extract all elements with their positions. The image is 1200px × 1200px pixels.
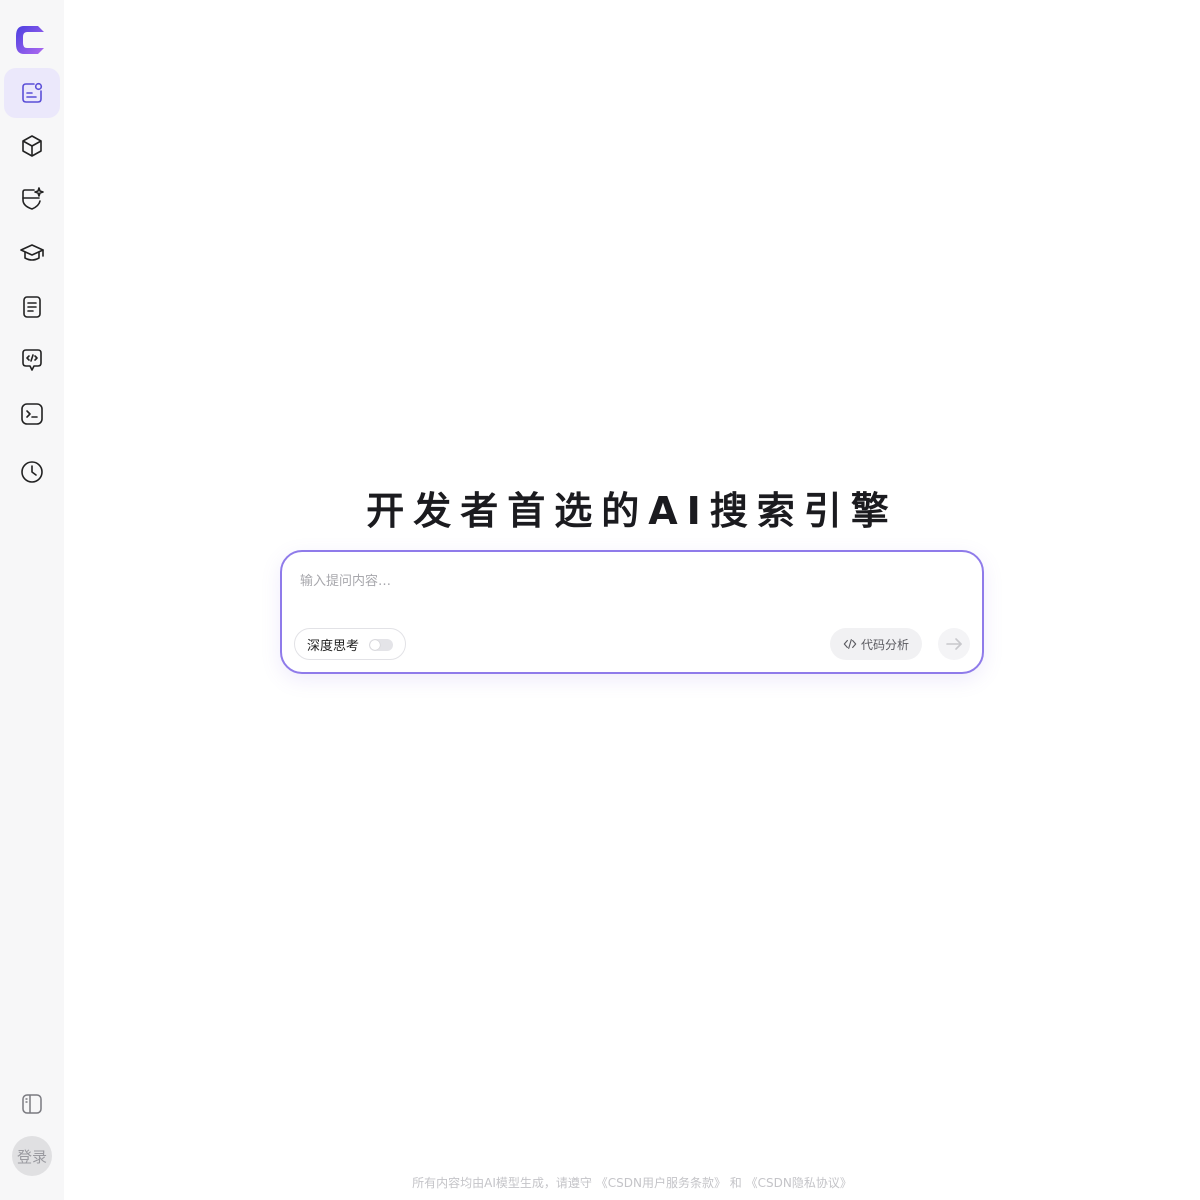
footer-disclaimer: 所有内容均由AI模型生成，请遵守 《CSDN用户服务条款》 和 《CSDN隐私协… bbox=[64, 1174, 1200, 1191]
footer-prefix: 所有内容均由AI模型生成，请遵守 bbox=[412, 1176, 592, 1190]
prompt-card: 深度思考 代码分析 bbox=[280, 550, 984, 674]
sparkle-shield-icon bbox=[22, 187, 44, 210]
code-analysis-label: 代码分析 bbox=[860, 637, 909, 652]
footer-and: 和 bbox=[729, 1176, 742, 1190]
cube-icon bbox=[22, 135, 42, 157]
sidebar-toggle-icon bbox=[22, 1094, 42, 1114]
login-button[interactable]: 登录 bbox=[12, 1136, 52, 1176]
nav-code-chat[interactable] bbox=[4, 335, 60, 385]
new-chat-icon bbox=[22, 82, 43, 103]
nav-document[interactable] bbox=[4, 282, 60, 332]
document-icon bbox=[23, 296, 41, 318]
deep-think-label: 深度思考 bbox=[307, 638, 360, 654]
sidebar: 登录 bbox=[0, 0, 64, 1200]
arrow-right-icon bbox=[946, 638, 962, 650]
deep-think-switch[interactable] bbox=[369, 639, 393, 651]
nav-graduation[interactable] bbox=[4, 228, 60, 278]
nav-cube[interactable] bbox=[4, 121, 60, 171]
nav-new-chat[interactable] bbox=[4, 68, 60, 118]
send-button[interactable] bbox=[938, 628, 970, 660]
code-analysis-button[interactable]: 代码分析 bbox=[830, 628, 922, 660]
code-brackets-icon bbox=[843, 639, 857, 649]
code-chat-icon bbox=[22, 349, 42, 371]
graduation-cap-icon bbox=[20, 244, 44, 261]
terminal-icon bbox=[21, 403, 43, 425]
deep-think-toggle-button[interactable]: 深度思考 bbox=[294, 628, 406, 660]
nav-terminal[interactable] bbox=[4, 389, 60, 439]
page-title: 开发者首选的AI搜索引擎 bbox=[366, 489, 898, 533]
terms-link[interactable]: 《CSDN用户服务条款》 bbox=[596, 1176, 726, 1190]
privacy-link[interactable]: 《CSDN隐私协议》 bbox=[746, 1176, 852, 1190]
csdn-logo-icon[interactable] bbox=[14, 22, 48, 58]
main-area: 开发者首选的AI搜索引擎 深度思考 代码分析 所有内容均由AI模型生成，请遵守 … bbox=[64, 0, 1200, 1200]
nav-sparkle-shield[interactable] bbox=[4, 174, 60, 224]
prompt-input[interactable] bbox=[300, 568, 960, 594]
nav-history[interactable] bbox=[4, 447, 60, 497]
sidebar-toggle-button[interactable] bbox=[14, 1090, 50, 1118]
history-clock-icon bbox=[21, 461, 43, 483]
